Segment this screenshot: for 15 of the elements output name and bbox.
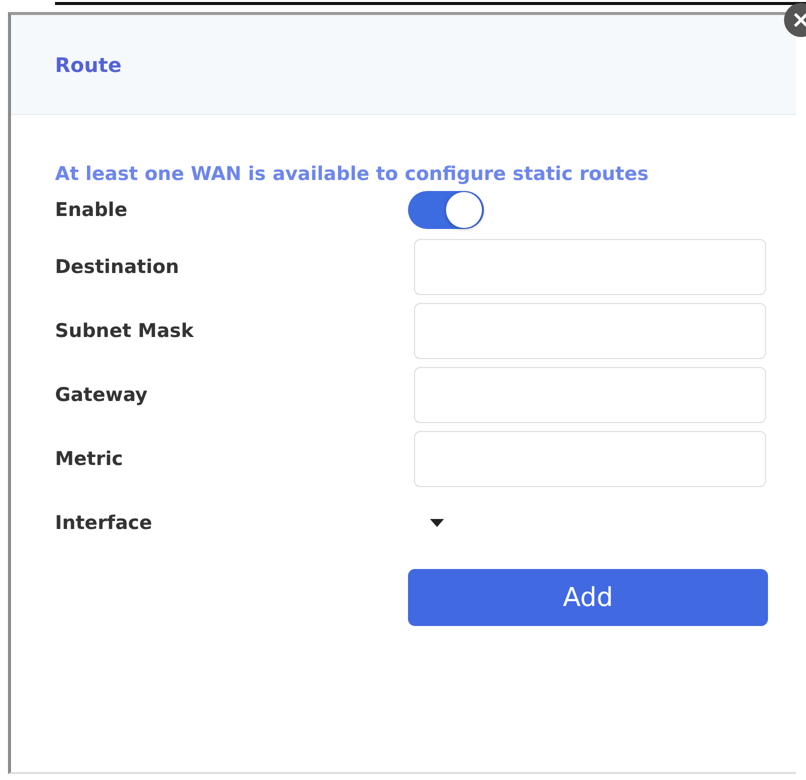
- input-field[interactable]: [414, 303, 766, 359]
- input-field[interactable]: [414, 239, 766, 295]
- field-label: Metric: [55, 448, 124, 470]
- add-button[interactable]: Add: [408, 569, 768, 626]
- field-label: Destination: [55, 256, 180, 278]
- caret-icon[interactable]: [430, 519, 444, 527]
- field-label: Gateway: [55, 384, 149, 406]
- info-message: At least one WAN is available to configure static routes: [55, 163, 650, 185]
- enable-toggle[interactable]: [408, 191, 484, 229]
- input-field[interactable]: [414, 431, 766, 487]
- field-label: Interface: [55, 512, 154, 534]
- field-label: Enable: [55, 199, 128, 221]
- input-field[interactable]: [414, 367, 766, 423]
- field-label: Subnet Mask: [55, 320, 195, 342]
- dialog-title: Route: [55, 52, 122, 76]
